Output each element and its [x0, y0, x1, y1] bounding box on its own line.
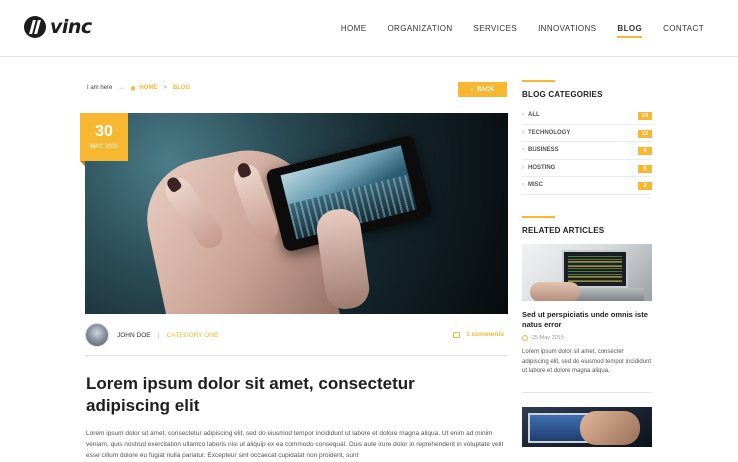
nav-item-blog[interactable]: BLOG: [617, 24, 642, 38]
logo-mark-icon: [24, 16, 46, 38]
breadcrumb-separator: >: [163, 85, 167, 91]
site-header: vinc HOME ORGANIZATION SERVICES INNOVATI…: [0, 0, 738, 57]
chevron-right-icon: ›: [522, 129, 524, 136]
category-count: 24: [638, 112, 652, 120]
breadcrumb-prefix: I am here: [87, 85, 113, 91]
chevron-right-icon: ›: [522, 112, 524, 119]
category-count: 2: [638, 182, 652, 190]
clock-icon: [522, 335, 528, 341]
date-month: MAY, 2015: [89, 144, 119, 150]
category-count: 4: [638, 147, 652, 155]
related-article-image[interactable]: [522, 244, 652, 301]
section-accent: [522, 216, 555, 218]
category-item-misc[interactable]: › MISC 2: [522, 177, 652, 195]
hand-shape: [580, 410, 640, 445]
category-list: › ALL 24 › TECHNOLOGY 12 › BUSINESS 4 › …: [522, 107, 652, 195]
comment-icon: [453, 331, 461, 338]
chevron-right-icon: ›: [522, 164, 524, 171]
category-count: 6: [638, 164, 652, 173]
breadcrumb-blog[interactable]: BLOG: [173, 85, 190, 91]
related-title: RELATED ARTICLES: [522, 226, 605, 235]
sidebar-related: RELATED ARTICLES Sed ut perspiciatis und…: [522, 216, 652, 447]
comments-link[interactable]: 1 comments: [453, 331, 504, 338]
sidebar-categories: BLOG CATEGORIES › ALL 24 › TECHNOLOGY 12…: [522, 80, 652, 195]
brand-name: vinc: [50, 16, 92, 38]
categories-title: BLOG CATEGORIES: [522, 90, 603, 99]
post-category[interactable]: CATEGORY ONE: [167, 332, 219, 339]
code-lines: [568, 256, 622, 282]
post-title: Lorem ipsum dolor sit amet, consectetur …: [86, 374, 415, 415]
breadcrumb-arrow: →: [118, 85, 125, 91]
related-article-excerpt: Lorem ipsum dolor sit amet, consecter ad…: [522, 349, 652, 374]
breadcrumb: I am here → HOME > BLOG: [87, 85, 190, 91]
divider: [522, 391, 652, 393]
nail-shape: [235, 161, 253, 179]
nav-item-contact[interactable]: CONTACT: [663, 24, 704, 33]
nav-item-home[interactable]: HOME: [341, 24, 367, 33]
category-item-technology[interactable]: › TECHNOLOGY 12: [522, 125, 652, 142]
main-nav: HOME ORGANIZATION SERVICES INNOVATIONS B…: [320, 24, 704, 38]
hands-shape: [530, 282, 580, 301]
brand-logo[interactable]: vinc: [24, 15, 92, 39]
post-meta: JOHN DOE | CATEGORY ONE 1 comments: [85, 322, 508, 348]
chevron-right-icon: ›: [522, 182, 524, 189]
author-avatar[interactable]: [85, 323, 109, 347]
category-item-hosting[interactable]: › HOSTING 6: [522, 160, 652, 177]
category-label: TECHNOLOGY: [528, 129, 571, 136]
related-article-image-2[interactable]: [522, 406, 652, 447]
related-article-date: 25 May 2015: [522, 335, 652, 341]
nav-item-innovations[interactable]: INNOVATIONS: [538, 24, 596, 33]
section-accent: [522, 80, 555, 82]
related-article-title[interactable]: Sed ut perspiciatis unde omnis iste natu…: [522, 310, 652, 330]
post-body: Lorem ipsum dolor sit amet, consectetur …: [86, 430, 504, 459]
nav-item-services[interactable]: SERVICES: [474, 24, 518, 33]
chevron-left-icon: ‹: [470, 86, 473, 93]
category-count: 12: [638, 129, 652, 138]
divider: [85, 355, 508, 356]
meta-divider: |: [157, 330, 160, 340]
category-label: HOSTING: [528, 164, 556, 171]
date-badge: 30 MAY, 2015: [80, 113, 128, 166]
chevron-right-icon: ›: [522, 147, 524, 154]
category-item-all[interactable]: › ALL 24: [522, 107, 652, 125]
back-button[interactable]: ‹ BACK: [458, 82, 507, 97]
category-label: BUSINESS: [528, 147, 559, 154]
date-day: 30: [95, 123, 113, 140]
home-icon: [130, 85, 136, 91]
category-label: ALL: [528, 112, 540, 119]
related-date-text: 25 May 2015: [532, 335, 564, 341]
comments-count: 1 comments: [466, 331, 504, 338]
nav-item-organization[interactable]: ORGANIZATION: [387, 24, 452, 33]
category-label: MISC: [528, 182, 543, 189]
back-label: BACK: [476, 86, 495, 93]
category-item-business[interactable]: › BUSINESS 4: [522, 142, 652, 160]
author-name[interactable]: JOHN DOE: [117, 332, 151, 339]
breadcrumb-home[interactable]: HOME: [139, 85, 157, 91]
post-hero-image: [85, 113, 508, 314]
